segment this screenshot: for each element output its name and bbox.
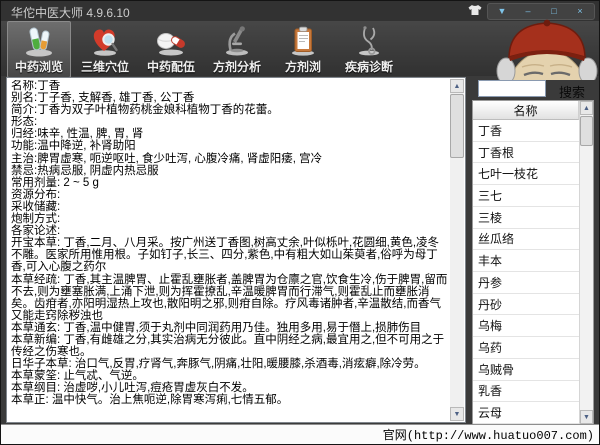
list-item[interactable]: 三七 xyxy=(473,185,579,207)
list-item[interactable]: 丹砂 xyxy=(473,294,579,316)
field-commentaries: 各家论述: xyxy=(11,225,448,237)
commentary-kaibao: 开宝本草: 丁香,二月、八月采。按广州送丁香图,树高丈余,叶似栎叶,花圆细,黄色… xyxy=(11,237,448,273)
commentary-xinbian: 本草新编: 丁香,有雌雄之分,其实治病无分彼此。直中阴经之病,最宜用之,但不可用… xyxy=(11,334,448,358)
scroll-up-icon[interactable]: ▲ xyxy=(580,101,593,115)
main-scrollbar[interactable]: ▲ ▼ xyxy=(450,79,464,421)
flask-icon xyxy=(23,25,55,57)
list-item[interactable]: 乌梅 xyxy=(473,315,579,337)
toolbar-item-formula-browse[interactable]: 方剂浏 xyxy=(271,21,335,78)
microscope-icon xyxy=(221,25,253,57)
herb-list-scrollbar[interactable]: ▲ ▼ xyxy=(579,101,593,424)
commentary-gangmu: 本草纲目: 治虚哕,小儿吐泻,痘疮胃虚灰白不发。 xyxy=(11,382,448,394)
herb-list-table: 名称 丁香 丁香根 七叶一枝花 三七 三棱 丝瓜络 丰本 丹参 丹砂 乌梅 乌药… xyxy=(472,100,594,425)
list-item[interactable]: 丝瓜络 xyxy=(473,229,579,251)
list-item[interactable]: 乳香 xyxy=(473,381,579,403)
list-item[interactable]: 丁香根 xyxy=(473,142,579,164)
toolbar-label: 三维穴位 xyxy=(81,58,129,75)
herb-detail-text: 名称:丁香 别名:丁子香, 支解香, 雄丁香, 公丁香 简介:丁香为双子叶植物药… xyxy=(11,80,448,420)
official-website-link[interactable]: 官网(http://www.huatuo007.com) xyxy=(383,426,594,443)
commentary-jingshu: 本草经疏: 丁香,其主温脾胃、止霍乱壅胀者,盖脾胃为仓廪之官,饮食生冷,伤于脾胃… xyxy=(11,274,448,322)
list-item[interactable]: 云母 xyxy=(473,402,579,424)
field-processing: 炮制方式: xyxy=(11,213,448,225)
list-item[interactable]: 七叶一枝花 xyxy=(473,163,579,185)
toolbar-item-3d-acupoints[interactable]: 三维穴位 xyxy=(73,21,137,78)
toolbar-label: 疾病诊断 xyxy=(345,58,393,75)
commentary-mengquan: 本草蒙筌: 止气忒、气逆。 xyxy=(11,370,448,382)
field-taboo: 禁忌:热病忌服, 阴虚内热忌服 xyxy=(11,165,448,177)
list-item[interactable]: 三棱 xyxy=(473,207,579,229)
herb-list-header[interactable]: 名称 xyxy=(473,101,579,120)
shirt-icon xyxy=(468,3,482,21)
app-window: 华佗中医大师 4.9.6.10 ▼ – □ × xyxy=(0,0,600,445)
herb-list-scrollbar-thumb[interactable] xyxy=(580,116,593,146)
herb-detail-panel: 名称:丁香 别名:丁子香, 支解香, 雄丁香, 公丁香 简介:丁香为双子叶植物药… xyxy=(6,77,466,423)
list-item[interactable]: 丹参 xyxy=(473,272,579,294)
scroll-up-icon[interactable]: ▲ xyxy=(450,79,464,93)
field-harvest: 采收储藏: xyxy=(11,201,448,213)
main-scrollbar-thumb[interactable] xyxy=(450,94,464,158)
toolbar-label: 中药浏览 xyxy=(15,58,63,75)
commentary-rihuazi: 日华子本草: 治口气,反胃,疗肾气,奔豚气,阴痛,壮阳,暖腰膝,杀酒毒,消痃癖,… xyxy=(11,358,448,370)
field-function: 功能:温中降逆, 补肾助阳 xyxy=(11,140,448,152)
heart-magnifier-icon xyxy=(89,25,121,57)
toolbar-label: 中药配伍 xyxy=(147,58,195,75)
status-bar: 官网(http://www.huatuo007.com) xyxy=(1,424,599,444)
commentary-tongxuan: 本草通玄: 丁香,温中健胃,须于丸剂中同润药用乃佳。独用多用,易于僭上,损肺伤目 xyxy=(11,322,448,334)
field-form: 形态: xyxy=(11,116,448,128)
field-intro: 简介:丁香为双子叶植物药桃金娘科植物丁香的花蕾。 xyxy=(11,104,448,116)
list-item[interactable]: 丰本 xyxy=(473,250,579,272)
toolbar-item-herb-browse[interactable]: 中药浏览 xyxy=(7,21,71,78)
skin-change-button[interactable] xyxy=(466,4,484,19)
list-item[interactable]: 丁香 xyxy=(473,120,579,142)
toolbar-label: 方剂浏 xyxy=(285,58,321,75)
toolbar-label: 方剂分析 xyxy=(213,58,261,75)
field-distribution: 资源分布: xyxy=(11,189,448,201)
field-meridian: 归经:味辛, 性温, 脾, 胃, 肾 xyxy=(11,128,448,140)
herb-list-rows: 丁香 丁香根 七叶一枝花 三七 三棱 丝瓜络 丰本 丹参 丹砂 乌梅 乌药 乌贼… xyxy=(473,120,579,424)
huatuo-avatar xyxy=(492,17,598,80)
search-button[interactable]: 搜索 xyxy=(559,82,585,101)
search-input[interactable] xyxy=(478,80,546,97)
list-item[interactable]: 乌贼骨 xyxy=(473,359,579,381)
toolbar-item-disease-diagnosis[interactable]: 疾病诊断 xyxy=(337,21,401,78)
commentary-bencaozheng: 本草正: 温中快气。治上焦呃逆,除胃寒泻痢,七情五郁。 xyxy=(11,394,448,406)
scroll-down-icon[interactable]: ▼ xyxy=(580,410,593,424)
toolbar-item-herb-compatibility[interactable]: 中药配伍 xyxy=(139,21,203,78)
field-indication: 主治:脾胃虚寒, 呃逆呕吐, 食少吐泻, 心腹冷痛, 肾虚阳痿, 宫冷 xyxy=(11,153,448,165)
window-title: 华佗中医大师 4.9.6.10 xyxy=(11,4,130,21)
field-name: 名称:丁香 xyxy=(11,80,448,92)
pills-icon xyxy=(155,25,187,57)
list-item[interactable]: 乌药 xyxy=(473,337,579,359)
field-dosage: 常用剂量: 2 ~ 5 g xyxy=(11,177,448,189)
field-alias: 别名:丁子香, 支解香, 雄丁香, 公丁香 xyxy=(11,92,448,104)
stethoscope-icon xyxy=(353,25,385,57)
scroll-down-icon[interactable]: ▼ xyxy=(450,407,464,421)
clipboard-icon xyxy=(287,25,319,57)
toolbar-item-formula-analysis[interactable]: 方剂分析 xyxy=(205,21,269,78)
